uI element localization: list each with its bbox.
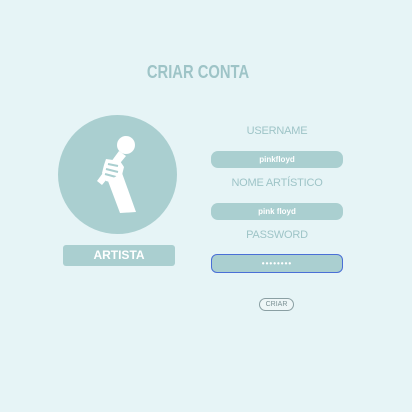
avatar <box>58 115 177 234</box>
artist-name-field[interactable] <box>211 203 343 220</box>
page-title: CRIAR CONTA <box>146 62 250 82</box>
artist-name-label: NOME ARTÍSTICO <box>231 177 323 189</box>
password-label: PASSWORD <box>246 229 308 241</box>
username-label: USERNAME <box>246 125 308 137</box>
username-field[interactable] <box>211 151 343 168</box>
criar-button[interactable]: CRIAR <box>259 298 294 311</box>
microphone-hand-icon <box>97 136 136 213</box>
password-field[interactable] <box>211 254 343 273</box>
role-artista-button[interactable]: ARTISTA <box>63 245 175 266</box>
